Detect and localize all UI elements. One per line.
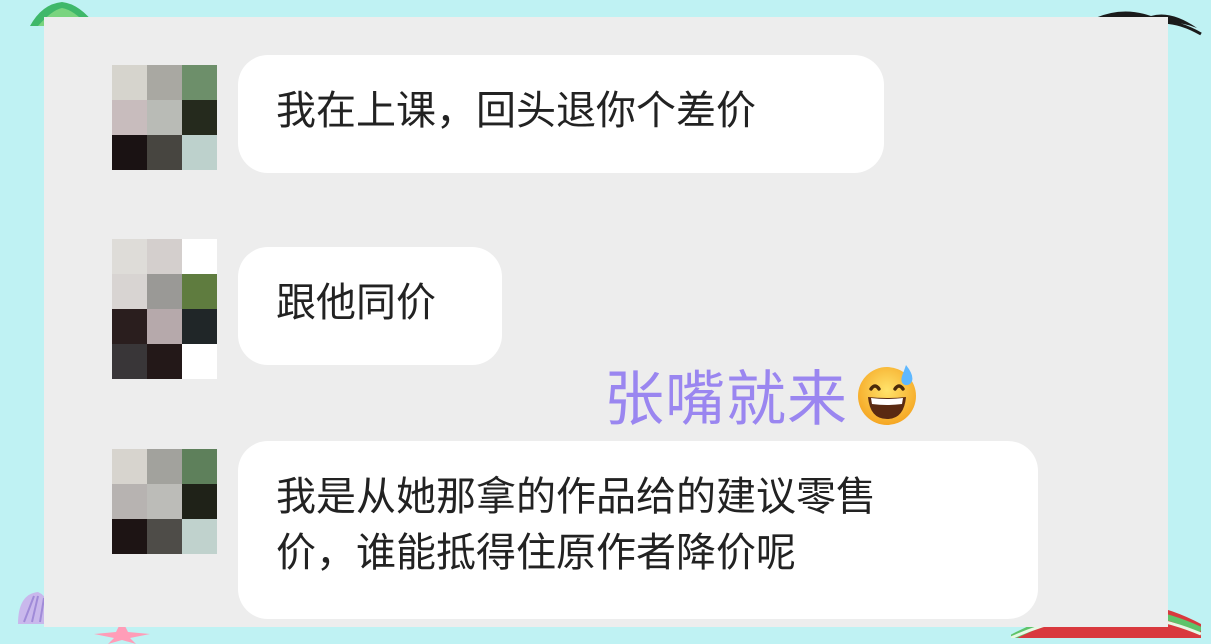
avatar-pixel xyxy=(112,100,147,135)
avatar-pixel xyxy=(112,309,147,344)
avatar-pixel xyxy=(182,344,217,379)
avatar-pixel xyxy=(112,274,147,309)
avatar-pixel xyxy=(182,135,217,170)
avatar-pixel xyxy=(147,65,182,100)
avatar-pixel xyxy=(182,100,217,135)
avatar-pixel xyxy=(147,100,182,135)
avatar-pixel xyxy=(147,344,182,379)
message-text: 跟他同价 xyxy=(276,280,436,326)
avatar-pixel xyxy=(147,135,182,170)
avatar-pixel xyxy=(147,484,182,519)
avatar[interactable] xyxy=(112,449,218,555)
message-bubble[interactable]: 跟他同价 xyxy=(238,247,502,365)
avatar-pixel xyxy=(182,65,217,100)
avatar-pixel xyxy=(182,484,217,519)
message-text-line: 我是从她那拿的作品给的建议零售 xyxy=(276,474,876,520)
avatar-pixel xyxy=(112,65,147,100)
message-bubble[interactable]: 我是从她那拿的作品给的建议零售 价，谁能抵得住原作者降价呢 xyxy=(238,441,1038,619)
avatar-pixel xyxy=(112,239,147,274)
avatar-pixel xyxy=(147,519,182,554)
overlay-caption: 张嘴就来 xyxy=(604,357,920,435)
avatar-pixel xyxy=(147,309,182,344)
avatar-pixel xyxy=(182,274,217,309)
avatar-pixel xyxy=(112,519,147,554)
grinning-face-with-sweat-icon xyxy=(858,365,916,425)
message-text-line: 价，谁能抵得住原作者降价呢 xyxy=(276,530,796,576)
avatar-pixel xyxy=(112,135,147,170)
avatar[interactable] xyxy=(112,239,218,379)
avatar[interactable] xyxy=(112,65,218,171)
avatar-pixel xyxy=(112,449,147,484)
avatar-pixel xyxy=(147,239,182,274)
avatar-pixel xyxy=(112,484,147,519)
chat-panel: 我在上课，回头退你个差价 跟他同价 张嘴就来 我是从她那拿的作品给的建议零售 价… xyxy=(44,17,1168,627)
avatar-pixel xyxy=(182,449,217,484)
avatar-pixel xyxy=(182,519,217,554)
caption-text: 张嘴就来 xyxy=(604,364,848,435)
avatar-pixel xyxy=(147,274,182,309)
avatar-pixel xyxy=(182,309,217,344)
avatar-pixel xyxy=(147,449,182,484)
avatar-pixel xyxy=(182,239,217,274)
message-bubble[interactable]: 我在上课，回头退你个差价 xyxy=(238,55,884,173)
avatar-pixel xyxy=(112,344,147,379)
message-text: 我在上课，回头退你个差价 xyxy=(276,88,756,134)
